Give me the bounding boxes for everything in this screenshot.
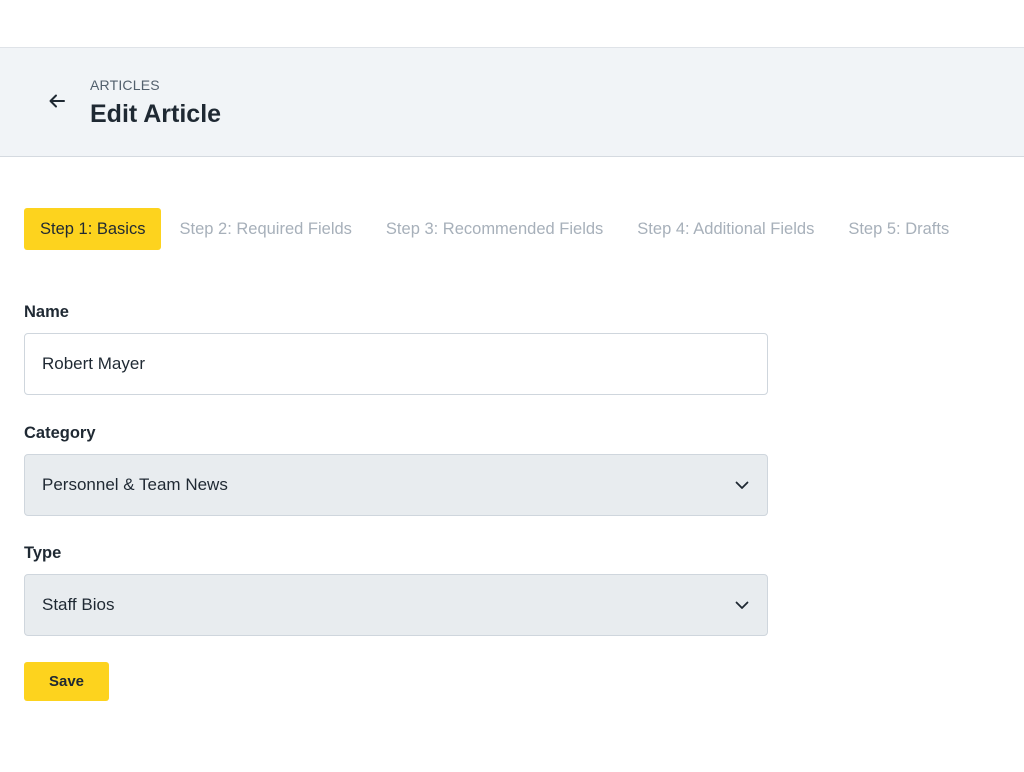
type-label: Type [24,544,62,562]
page-title: Edit Article [90,100,222,128]
tab-step-5-drafts[interactable]: Step 5: Drafts [832,208,965,250]
back-button[interactable] [44,88,70,114]
name-label: Name [24,303,69,321]
tab-step-1-basics[interactable]: Step 1: Basics [24,208,162,250]
tab-step-2-required-fields[interactable]: Step 2: Required Fields [163,208,367,250]
edit-article-page: ARTICLES Edit Article Step 1: Basics Ste… [0,0,1024,772]
chevron-down-icon [734,597,750,613]
chevron-down-icon [734,477,750,493]
tab-step-3-recommended-fields[interactable]: Step 3: Recommended Fields [370,208,619,250]
type-select-value: Staff Bios [42,595,115,614]
type-select[interactable]: Staff Bios [24,574,768,636]
step-tabs: Step 1: Basics Step 2: Required Fields S… [24,208,967,250]
save-button[interactable]: Save [24,662,109,701]
tab-step-4-additional-fields[interactable]: Step 4: Additional Fields [621,208,830,250]
category-select-value: Personnel & Team News [42,475,228,494]
category-select[interactable]: Personnel & Team News [24,454,768,516]
name-input[interactable] [24,333,768,395]
arrow-left-icon [49,94,65,108]
category-label: Category [24,424,96,442]
page-header: ARTICLES Edit Article [0,47,1024,157]
breadcrumb[interactable]: ARTICLES [90,77,160,93]
